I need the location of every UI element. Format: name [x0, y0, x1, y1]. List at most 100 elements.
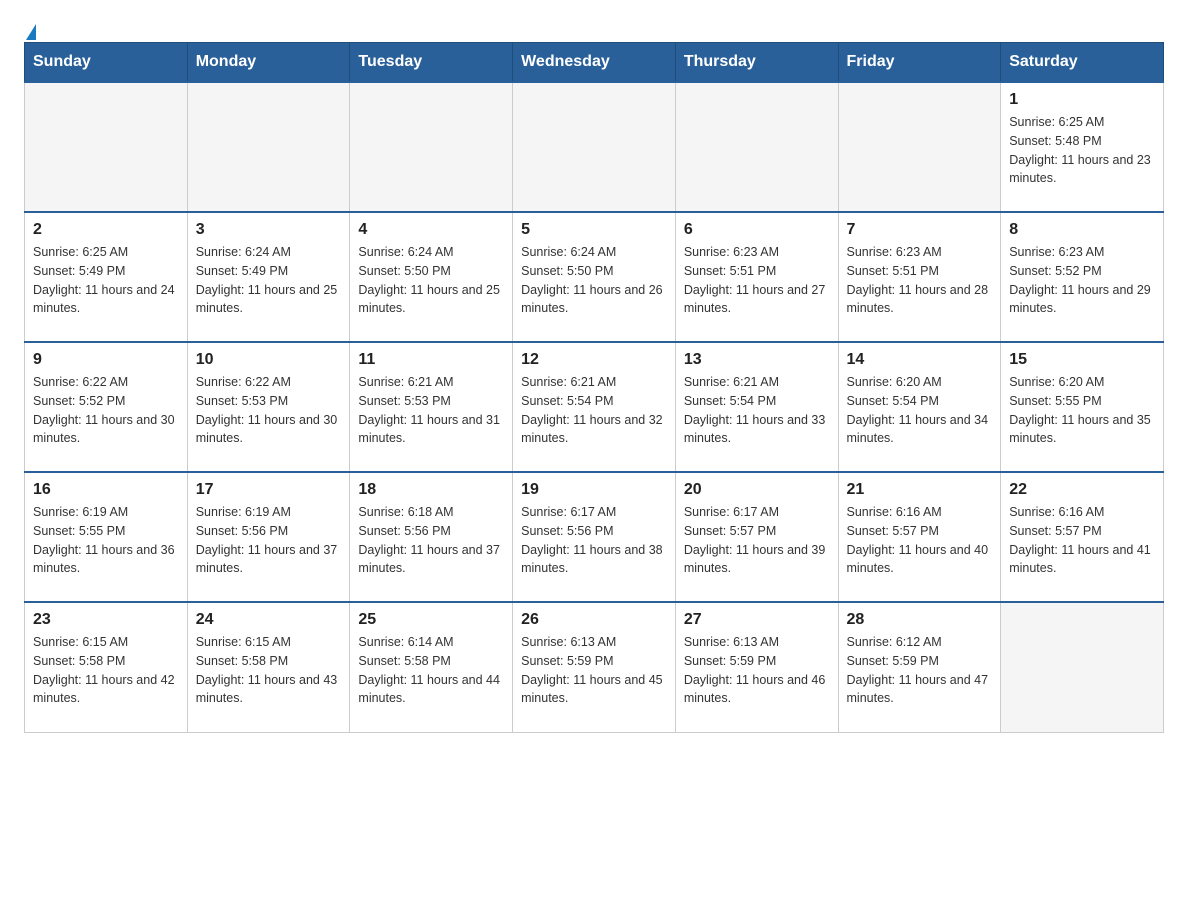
column-header-wednesday: Wednesday: [513, 43, 676, 83]
column-header-monday: Monday: [187, 43, 350, 83]
day-info: Sunrise: 6:19 AM Sunset: 5:56 PM Dayligh…: [196, 503, 342, 578]
day-info: Sunrise: 6:21 AM Sunset: 5:54 PM Dayligh…: [684, 373, 830, 448]
day-number: 24: [196, 611, 342, 629]
day-info: Sunrise: 6:21 AM Sunset: 5:54 PM Dayligh…: [521, 373, 667, 448]
day-info: Sunrise: 6:22 AM Sunset: 5:53 PM Dayligh…: [196, 373, 342, 448]
day-info: Sunrise: 6:17 AM Sunset: 5:57 PM Dayligh…: [684, 503, 830, 578]
column-header-saturday: Saturday: [1001, 43, 1164, 83]
calendar-cell: 17 Sunrise: 6:19 AM Sunset: 5:56 PM Dayli…: [187, 472, 350, 602]
calendar-cell: [350, 82, 513, 212]
day-info: Sunrise: 6:18 AM Sunset: 5:56 PM Dayligh…: [358, 503, 504, 578]
day-number: 12: [521, 351, 667, 369]
day-number: 26: [521, 611, 667, 629]
calendar-cell: 25Sunrise: 6:14 AM Sunset: 5:58 PM Dayli…: [350, 602, 513, 732]
day-info: Sunrise: 6:20 AM Sunset: 5:55 PM Dayligh…: [1009, 373, 1155, 448]
calendar-week-row: 23 Sunrise: 6:15 AM Sunset: 5:58 PM Dayli…: [25, 602, 1164, 732]
day-number: 4: [358, 221, 504, 239]
calendar-cell: 8 Sunrise: 6:23 AM Sunset: 5:52 PM Daylig…: [1001, 212, 1164, 342]
column-header-sunday: Sunday: [25, 43, 188, 83]
day-number: 3: [196, 221, 342, 239]
calendar-table: SundayMondayTuesdayWednesdayThursdayFrid…: [24, 42, 1164, 733]
calendar-cell: [513, 82, 676, 212]
day-info: Sunrise: 6:24 AM Sunset: 5:50 PM Dayligh…: [358, 243, 504, 318]
day-number: 21: [847, 481, 993, 499]
day-info: Sunrise: 6:13 AM Sunset: 5:59 PM Dayligh…: [521, 633, 667, 708]
calendar-cell: 22 Sunrise: 6:16 AM Sunset: 5:57 PM Dayli…: [1001, 472, 1164, 602]
day-number: 6: [684, 221, 830, 239]
day-info: Sunrise: 6:25 AM Sunset: 5:49 PM Dayligh…: [33, 243, 179, 318]
calendar-cell: 5Sunrise: 6:24 AM Sunset: 5:50 PM Daylig…: [513, 212, 676, 342]
day-info: Sunrise: 6:23 AM Sunset: 5:51 PM Dayligh…: [684, 243, 830, 318]
calendar-cell: 13 Sunrise: 6:21 AM Sunset: 5:54 PM Dayli…: [675, 342, 838, 472]
calendar-cell: [838, 82, 1001, 212]
day-number: 28: [847, 611, 993, 629]
calendar-cell: 24 Sunrise: 6:15 AM Sunset: 5:58 PM Dayli…: [187, 602, 350, 732]
calendar-cell: 7Sunrise: 6:23 AM Sunset: 5:51 PM Daylig…: [838, 212, 1001, 342]
day-number: 27: [684, 611, 830, 629]
day-number: 11: [358, 351, 504, 369]
day-info: Sunrise: 6:16 AM Sunset: 5:57 PM Dayligh…: [1009, 503, 1155, 578]
calendar-cell: 2 Sunrise: 6:25 AM Sunset: 5:49 PM Daylig…: [25, 212, 188, 342]
calendar-cell: 11 Sunrise: 6:21 AM Sunset: 5:53 PM Dayli…: [350, 342, 513, 472]
calendar-cell: 9 Sunrise: 6:22 AM Sunset: 5:52 PM Daylig…: [25, 342, 188, 472]
day-info: Sunrise: 6:23 AM Sunset: 5:52 PM Dayligh…: [1009, 243, 1155, 318]
calendar-cell: 23 Sunrise: 6:15 AM Sunset: 5:58 PM Dayli…: [25, 602, 188, 732]
day-info: Sunrise: 6:24 AM Sunset: 5:49 PM Dayligh…: [196, 243, 342, 318]
calendar-cell: [187, 82, 350, 212]
calendar-cell: 15 Sunrise: 6:20 AM Sunset: 5:55 PM Dayli…: [1001, 342, 1164, 472]
calendar-cell: 6 Sunrise: 6:23 AM Sunset: 5:51 PM Daylig…: [675, 212, 838, 342]
calendar-cell: 4 Sunrise: 6:24 AM Sunset: 5:50 PM Daylig…: [350, 212, 513, 342]
column-header-thursday: Thursday: [675, 43, 838, 83]
day-info: Sunrise: 6:25 AM Sunset: 5:48 PM Dayligh…: [1009, 113, 1155, 188]
day-info: Sunrise: 6:23 AM Sunset: 5:51 PM Dayligh…: [847, 243, 993, 318]
calendar-cell: 19Sunrise: 6:17 AM Sunset: 5:56 PM Dayli…: [513, 472, 676, 602]
calendar-cell: 16 Sunrise: 6:19 AM Sunset: 5:55 PM Dayli…: [25, 472, 188, 602]
day-number: 22: [1009, 481, 1155, 499]
day-number: 15: [1009, 351, 1155, 369]
day-info: Sunrise: 6:15 AM Sunset: 5:58 PM Dayligh…: [33, 633, 179, 708]
calendar-week-row: 2 Sunrise: 6:25 AM Sunset: 5:49 PM Daylig…: [25, 212, 1164, 342]
calendar-cell: 18 Sunrise: 6:18 AM Sunset: 5:56 PM Dayli…: [350, 472, 513, 602]
calendar-cell: 14 Sunrise: 6:20 AM Sunset: 5:54 PM Dayli…: [838, 342, 1001, 472]
calendar-week-row: 9 Sunrise: 6:22 AM Sunset: 5:52 PM Daylig…: [25, 342, 1164, 472]
day-number: 16: [33, 481, 179, 499]
day-info: Sunrise: 6:22 AM Sunset: 5:52 PM Dayligh…: [33, 373, 179, 448]
day-number: 1: [1009, 91, 1155, 109]
calendar-cell: [675, 82, 838, 212]
day-number: 2: [33, 221, 179, 239]
day-info: Sunrise: 6:21 AM Sunset: 5:53 PM Dayligh…: [358, 373, 504, 448]
column-header-friday: Friday: [838, 43, 1001, 83]
calendar-header-row: SundayMondayTuesdayWednesdayThursdayFrid…: [25, 43, 1164, 83]
calendar-cell: 3 Sunrise: 6:24 AM Sunset: 5:49 PM Daylig…: [187, 212, 350, 342]
page-header: [24, 24, 1164, 32]
calendar-cell: 10 Sunrise: 6:22 AM Sunset: 5:53 PM Dayli…: [187, 342, 350, 472]
calendar-cell: [1001, 602, 1164, 732]
day-info: Sunrise: 6:12 AM Sunset: 5:59 PM Dayligh…: [847, 633, 993, 708]
day-info: Sunrise: 6:15 AM Sunset: 5:58 PM Dayligh…: [196, 633, 342, 708]
day-number: 9: [33, 351, 179, 369]
logo: [24, 24, 36, 32]
calendar-cell: 26 Sunrise: 6:13 AM Sunset: 5:59 PM Dayli…: [513, 602, 676, 732]
calendar-cell: 1 Sunrise: 6:25 AM Sunset: 5:48 PM Daylig…: [1001, 82, 1164, 212]
day-number: 25: [358, 611, 504, 629]
day-number: 13: [684, 351, 830, 369]
day-info: Sunrise: 6:24 AM Sunset: 5:50 PM Dayligh…: [521, 243, 667, 318]
logo-triangle-icon: [26, 24, 36, 40]
day-info: Sunrise: 6:19 AM Sunset: 5:55 PM Dayligh…: [33, 503, 179, 578]
day-number: 10: [196, 351, 342, 369]
day-number: 19: [521, 481, 667, 499]
day-number: 18: [358, 481, 504, 499]
day-number: 23: [33, 611, 179, 629]
column-header-tuesday: Tuesday: [350, 43, 513, 83]
calendar-cell: [25, 82, 188, 212]
calendar-cell: 21Sunrise: 6:16 AM Sunset: 5:57 PM Dayli…: [838, 472, 1001, 602]
day-number: 20: [684, 481, 830, 499]
day-number: 17: [196, 481, 342, 499]
day-number: 8: [1009, 221, 1155, 239]
day-number: 14: [847, 351, 993, 369]
calendar-cell: 12 Sunrise: 6:21 AM Sunset: 5:54 PM Dayli…: [513, 342, 676, 472]
calendar-cell: 27Sunrise: 6:13 AM Sunset: 5:59 PM Dayli…: [675, 602, 838, 732]
calendar-cell: 20 Sunrise: 6:17 AM Sunset: 5:57 PM Dayli…: [675, 472, 838, 602]
day-info: Sunrise: 6:20 AM Sunset: 5:54 PM Dayligh…: [847, 373, 993, 448]
calendar-week-row: 16 Sunrise: 6:19 AM Sunset: 5:55 PM Dayli…: [25, 472, 1164, 602]
